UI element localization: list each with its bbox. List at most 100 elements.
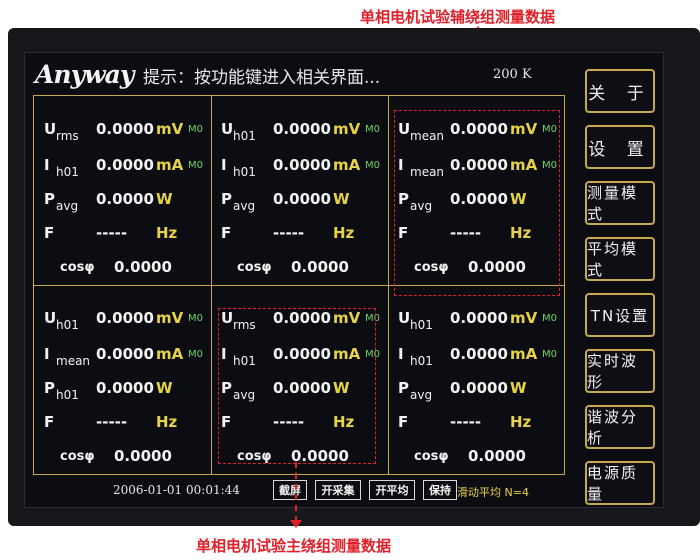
average-mode-status: 滑动平均 N=4 bbox=[457, 486, 529, 499]
power-factor-label: cosφ bbox=[60, 260, 95, 275]
power-factor-value: 0.0000 bbox=[114, 447, 172, 465]
unit-label: mV bbox=[510, 309, 538, 327]
power-factor-row: cosφ 0.0000 bbox=[211, 256, 388, 284]
measured-value: 0.0000 bbox=[96, 120, 154, 138]
power-factor-value: 0.0000 bbox=[468, 447, 526, 465]
unit-label: Hz bbox=[510, 413, 532, 431]
function-key-sidebar: 关 于 设 置 测量模式 平均模式 TN设置 实时波形 谐波分析 电源质量 bbox=[581, 63, 659, 505]
arrow-down-icon bbox=[290, 520, 302, 528]
quantity-subscript: h01 bbox=[233, 129, 256, 143]
measurement-row: Urms 0.0000 mV M0 bbox=[34, 118, 211, 146]
measured-value: 0.0000 bbox=[450, 379, 508, 397]
annotation-arrow-bottom bbox=[295, 462, 297, 522]
unit-label: Hz bbox=[156, 224, 178, 242]
measured-value: ----- bbox=[450, 413, 482, 431]
hold-button[interactable]: 保持 bbox=[423, 480, 457, 500]
range-indicator: M0 bbox=[365, 160, 380, 171]
measurement-row: F ----- Hz bbox=[211, 222, 388, 250]
range-indicator: M0 bbox=[188, 313, 203, 324]
about-button[interactable]: 关 于 bbox=[585, 69, 655, 113]
unit-label: W bbox=[156, 190, 173, 208]
measurement-row: F ----- Hz bbox=[34, 411, 211, 439]
quantity-symbol: P bbox=[398, 379, 409, 397]
unit-label: mA bbox=[156, 345, 184, 363]
measurement-row: F ----- Hz bbox=[34, 222, 211, 250]
power-factor-label: cosφ bbox=[414, 449, 449, 464]
range-indicator: M0 bbox=[542, 313, 557, 324]
quantity-symbol: P bbox=[44, 190, 55, 208]
quantity-symbol: U bbox=[398, 309, 411, 327]
highlight-auxiliary-winding bbox=[394, 110, 560, 296]
quantity-subscript: h01 bbox=[56, 388, 79, 402]
measured-value: 0.0000 bbox=[96, 345, 154, 363]
unit-label: mA bbox=[156, 156, 184, 174]
quantity-subscript: h01 bbox=[410, 354, 433, 368]
measured-value: ----- bbox=[96, 413, 128, 431]
measured-value: 0.0000 bbox=[96, 379, 154, 397]
measurement-row: Ih01 0.0000 mA M0 bbox=[34, 154, 211, 182]
unit-label: mV bbox=[156, 309, 184, 327]
average-mode-button[interactable]: 平均模式 bbox=[585, 237, 655, 281]
instrument-screen: Anyway 提示：按功能键进入相关界面... 200 K Urms 0.0000… bbox=[24, 52, 664, 508]
measured-value: 0.0000 bbox=[450, 309, 508, 327]
measured-value: ----- bbox=[96, 224, 128, 242]
hint-text: 提示：按功能键进入相关界面... bbox=[143, 68, 381, 88]
quantity-symbol: P bbox=[44, 379, 55, 397]
power-factor-label: cosφ bbox=[60, 449, 95, 464]
measurement-grid: Urms 0.0000 mV M0 Ih01 0.0000 mA M0 Pavg 0.0000 W F… bbox=[33, 95, 565, 475]
measured-value: 0.0000 bbox=[273, 156, 331, 174]
tn-settings-button[interactable]: TN设置 bbox=[585, 293, 655, 337]
measurement-row: Uh01 0.0000 mV M0 bbox=[34, 307, 211, 335]
realtime-waveform-button[interactable]: 实时波形 bbox=[585, 349, 655, 393]
quantity-symbol: F bbox=[44, 224, 55, 242]
settings-button[interactable]: 设 置 bbox=[585, 125, 655, 169]
unit-label: W bbox=[156, 379, 173, 397]
measurement-row: Pavg 0.0000 W bbox=[211, 188, 388, 216]
brand-logo: Anyway bbox=[35, 60, 134, 89]
range-indicator: M0 bbox=[365, 124, 380, 135]
harmonic-analysis-button[interactable]: 谐波分析 bbox=[585, 405, 655, 449]
power-factor-value: 0.0000 bbox=[114, 258, 172, 276]
unit-label: mA bbox=[333, 156, 361, 174]
datetime: 2006-01-01 00:01:44 bbox=[113, 483, 240, 497]
range-indicator: M0 bbox=[188, 160, 203, 171]
quantity-symbol: U bbox=[221, 120, 234, 138]
status-bar: 2006-01-01 00:01:44 截屏 开采集 开平均 保持 滑动平均 N… bbox=[33, 477, 565, 503]
quantity-subscript: avg bbox=[56, 199, 79, 213]
quantity-subscript: h01 bbox=[56, 165, 79, 179]
start-average-button[interactable]: 开平均 bbox=[369, 480, 415, 500]
unit-label: mA bbox=[510, 345, 538, 363]
start-acquire-button[interactable]: 开采集 bbox=[315, 480, 361, 500]
quantity-symbol: F bbox=[221, 224, 232, 242]
measured-value: 0.0000 bbox=[96, 190, 154, 208]
range-indicator: M0 bbox=[188, 124, 203, 135]
measurement-row: Ih01 0.0000 mA M0 bbox=[211, 154, 388, 182]
quantity-symbol: F bbox=[398, 413, 409, 431]
annotation-main-winding: 单相电机试验主绕组测量数据 bbox=[196, 537, 392, 555]
quantity-subscript: h01 bbox=[56, 318, 79, 332]
measurement-row: Uh01 0.0000 mV M0 bbox=[388, 307, 565, 335]
unit-label: mV bbox=[333, 120, 361, 138]
power-factor-label: cosφ bbox=[237, 260, 272, 275]
range-indicator: M0 bbox=[188, 349, 203, 360]
measure-mode-button[interactable]: 测量模式 bbox=[585, 181, 655, 225]
quantity-subscript: h01 bbox=[410, 318, 433, 332]
range-indicator: M0 bbox=[542, 349, 557, 360]
measurement-row: Pavg 0.0000 W bbox=[388, 377, 565, 405]
measured-value: ----- bbox=[273, 224, 305, 242]
quantity-subscript: mean bbox=[56, 354, 91, 368]
measurement-row: Pavg 0.0000 W bbox=[34, 188, 211, 216]
measurement-row: F ----- Hz bbox=[388, 411, 565, 439]
unit-label: Hz bbox=[156, 413, 178, 431]
quantity-symbol: U bbox=[44, 120, 57, 138]
screenshot-button[interactable]: 截屏 bbox=[273, 480, 307, 500]
unit-label: Hz bbox=[333, 224, 355, 242]
measurement-row: Imean 0.0000 mA M0 bbox=[34, 343, 211, 371]
quantity-symbol: I bbox=[44, 156, 50, 174]
power-factor-row: cosφ 0.0000 bbox=[388, 445, 565, 473]
power-quality-button[interactable]: 电源质量 bbox=[585, 461, 655, 505]
power-factor-value: 0.0000 bbox=[291, 258, 349, 276]
measurement-row: Ih01 0.0000 mA M0 bbox=[388, 343, 565, 371]
header: Anyway 提示：按功能键进入相关界面... 200 K bbox=[25, 53, 581, 93]
unit-label: W bbox=[510, 379, 527, 397]
